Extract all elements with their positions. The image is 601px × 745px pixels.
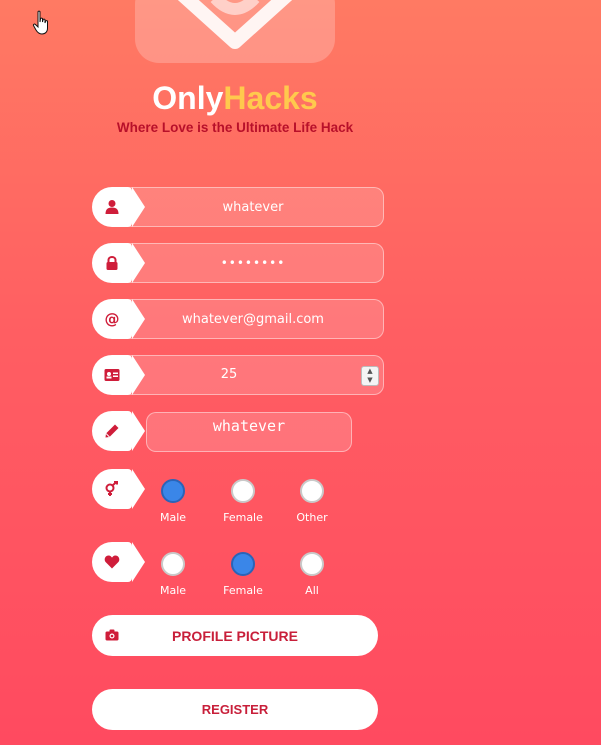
gender-option-female[interactable]: Female [215,479,271,524]
interest-option-label: Male [159,584,187,597]
user-icon [105,200,119,214]
bio-value: whatever [212,417,286,435]
gender-option-other[interactable]: Other [284,479,340,524]
interest-option-label: Female [223,584,263,597]
gender-option-male[interactable]: Male [145,479,201,524]
age-input[interactable]: 25 ▲ ▼ [122,355,384,395]
tagline: Where Love is the Ultimate Life Hack [116,120,354,135]
register-button[interactable]: REGISTER [92,689,378,730]
id-card-icon [104,369,120,381]
camera-icon [105,629,119,641]
profile-picture-button[interactable]: PROFILE PICTURE [92,615,378,656]
interest-option-male[interactable]: Male [145,552,201,597]
interest-option-all[interactable]: All [284,552,340,597]
interest-radio-group: Male Female All [145,552,345,612]
radio-checked[interactable] [161,479,185,503]
bio-badge [92,411,145,451]
spinner-up-icon[interactable]: ▲ [362,367,378,376]
radio-checked[interactable] [231,552,255,576]
radio-unchecked[interactable] [300,479,324,503]
password-input[interactable]: •••••••• [122,243,384,283]
gender-option-label: Other [296,511,328,524]
gender-radio-group: Male Female Other [145,479,345,539]
radio-unchecked[interactable] [161,552,185,576]
pencil-icon [105,424,119,438]
gender-option-label: Male [159,511,187,524]
app-logo [135,0,335,63]
hand-cursor-icon [32,10,48,35]
heart-icon [104,555,120,569]
email-input[interactable]: whatever@gmail.com [122,299,384,339]
interest-option-label: All [305,584,319,597]
spinner-down-icon[interactable]: ▼ [362,376,378,385]
email-value: whatever@gmail.com [182,311,324,327]
gender-option-label: Female [223,511,263,524]
app-name: OnlyHacks [0,80,470,117]
age-value: 25 [220,367,238,382]
svg-text:@: @ [105,311,120,327]
radio-unchecked[interactable] [231,479,255,503]
interest-option-female[interactable]: Female [215,552,271,597]
gender-icon [105,481,118,496]
password-value: •••••••• [220,256,286,270]
gender-badge [92,469,145,509]
profile-picture-label: PROFILE PICTURE [171,627,298,644]
register-label: REGISTER [201,702,269,717]
username-value: whatever [222,199,284,215]
username-input[interactable]: whatever [122,187,384,227]
bio-textarea[interactable]: whatever [146,412,352,452]
radio-unchecked[interactable] [300,552,324,576]
lock-icon [106,256,118,270]
checkmark-heart-icon [177,0,293,49]
at-icon: @ [105,311,120,327]
age-spinner[interactable]: ▲ ▼ [361,366,379,386]
app-name-part1: Only [152,80,224,116]
app-name-part2: Hacks [223,80,318,116]
interest-badge [92,542,145,582]
